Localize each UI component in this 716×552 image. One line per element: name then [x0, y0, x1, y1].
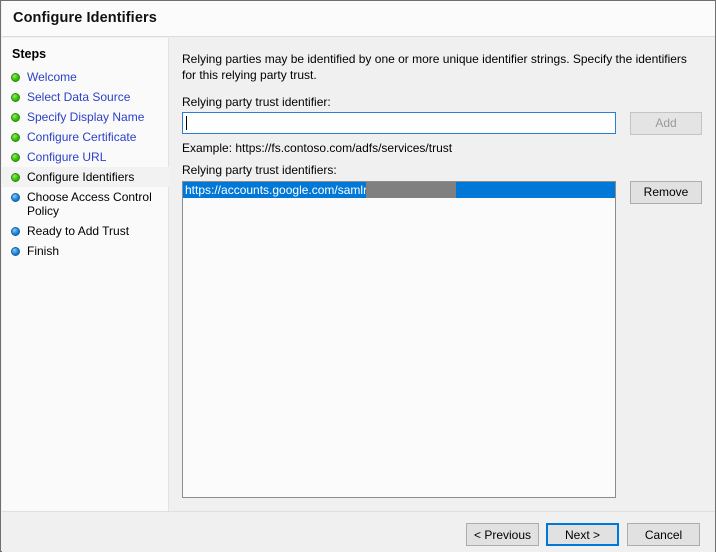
sidebar-item-label: Configure Certificate: [27, 130, 136, 144]
step-bullet-green-icon: [11, 93, 20, 102]
sidebar-item-welcome[interactable]: Welcome: [2, 67, 169, 87]
cancel-button[interactable]: Cancel: [627, 523, 700, 546]
step-bullet-green-icon: [11, 173, 20, 182]
step-bullet-green-icon: [11, 153, 20, 162]
text-caret: [186, 116, 187, 130]
identifier-input[interactable]: [182, 112, 616, 134]
sidebar-item-label: Welcome: [27, 70, 77, 84]
step-bullet-green-icon: [11, 133, 20, 142]
list-item[interactable]: https://accounts.google.com/samlrp/: [183, 182, 615, 198]
sidebar-item-label: Select Data Source: [27, 90, 130, 104]
step-bullet-blue-icon: [11, 227, 20, 236]
sidebar-item-finish: Finish: [2, 241, 169, 261]
step-bullet-blue-icon: [11, 193, 20, 202]
sidebar-item-specify-display-name[interactable]: Specify Display Name: [2, 107, 169, 127]
intro-text: Relying parties may be identified by one…: [182, 51, 698, 83]
identifier-label: Relying party trust identifier:: [182, 95, 331, 109]
sidebar-item-label: Finish: [27, 244, 59, 258]
list-item-text: https://accounts.google.com/samlrp/: [185, 183, 377, 197]
step-bullet-blue-icon: [11, 247, 20, 256]
page-title: Configure Identifiers: [13, 10, 157, 26]
dialog-body: Steps Welcome Select Data Source Specify D…: [2, 38, 715, 511]
wizard-window: Configure Identifiers Steps Welcome Selec…: [0, 0, 716, 552]
sidebar-item-label: Configure Identifiers: [27, 170, 134, 184]
sidebar-item-ready-to-add-trust: Ready to Add Trust: [2, 221, 169, 241]
next-button[interactable]: Next >: [546, 523, 619, 546]
steps-list: Welcome Select Data Source Specify Display…: [2, 67, 169, 261]
step-bullet-green-icon: [11, 73, 20, 82]
redaction-overlay: [366, 182, 456, 198]
example-text: Example: https://fs.contoso.com/adfs/ser…: [182, 141, 452, 155]
add-button[interactable]: Add: [630, 112, 702, 135]
content-panel: Relying parties may be identified by one…: [170, 38, 715, 511]
sidebar-item-select-data-source[interactable]: Select Data Source: [2, 87, 169, 107]
step-bullet-green-icon: [11, 113, 20, 122]
sidebar-item-configure-certificate[interactable]: Configure Certificate: [2, 127, 169, 147]
sidebar-item-configure-identifiers: Configure Identifiers: [2, 167, 169, 187]
steps-heading: Steps: [12, 47, 46, 61]
identifiers-listbox[interactable]: https://accounts.google.com/samlrp/: [182, 181, 616, 498]
sidebar-item-choose-access-control-policy: Choose Access Control Policy: [2, 187, 169, 221]
identifiers-label: Relying party trust identifiers:: [182, 163, 337, 177]
remove-button[interactable]: Remove: [630, 181, 702, 204]
steps-panel: Steps Welcome Select Data Source Specify D…: [2, 38, 169, 511]
previous-button[interactable]: < Previous: [466, 523, 539, 546]
sidebar-item-label: Ready to Add Trust: [27, 224, 129, 238]
sidebar-item-configure-url[interactable]: Configure URL: [2, 147, 169, 167]
sidebar-item-label: Choose Access Control Policy: [27, 190, 163, 218]
sidebar-item-label: Specify Display Name: [27, 110, 144, 124]
sidebar-item-label: Configure URL: [27, 150, 106, 164]
dialog-footer: < Previous Next > Cancel: [2, 511, 715, 552]
dialog-header: Configure Identifiers: [2, 1, 715, 37]
